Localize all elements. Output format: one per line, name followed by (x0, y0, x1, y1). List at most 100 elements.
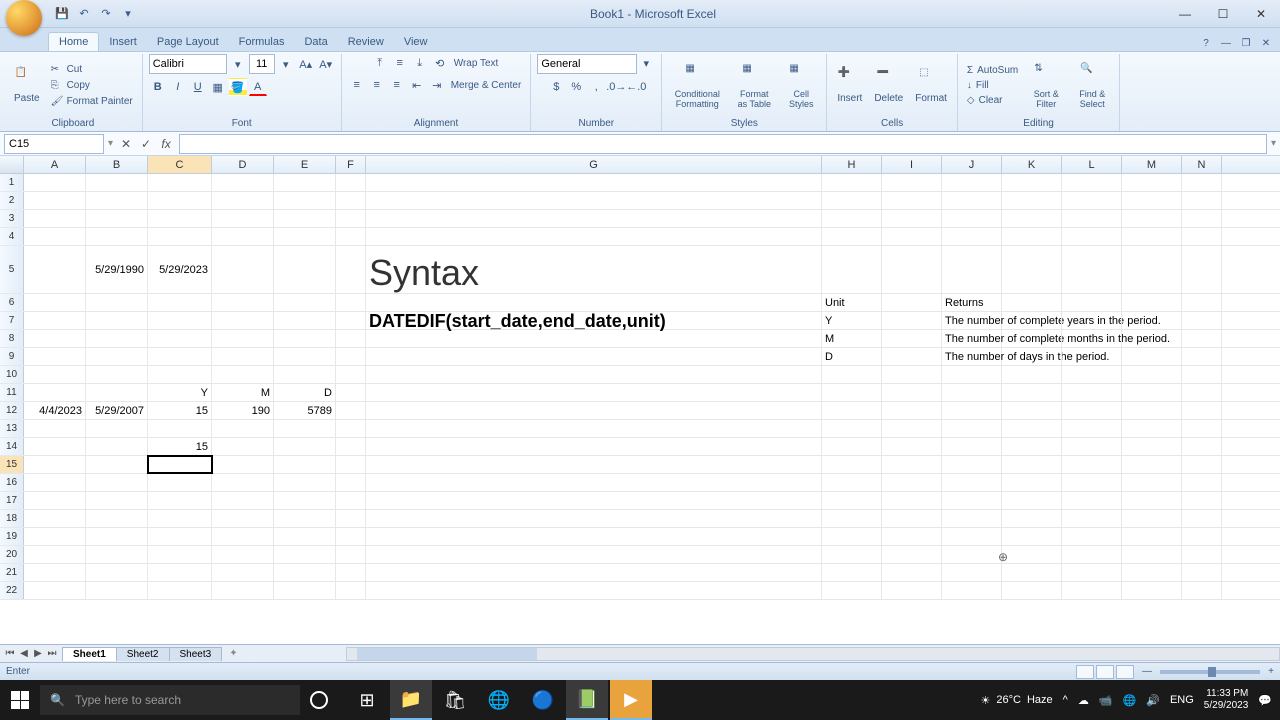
cell-L17[interactable] (1062, 492, 1122, 509)
cell-K9[interactable] (1002, 348, 1062, 365)
cell-C7[interactable] (148, 312, 212, 329)
cell-N13[interactable] (1182, 420, 1222, 437)
cell-E14[interactable] (274, 438, 336, 455)
cell-F8[interactable] (336, 330, 366, 347)
row-header[interactable]: 10 (0, 366, 24, 383)
cell-F14[interactable] (336, 438, 366, 455)
cell-A2[interactable] (24, 192, 86, 209)
cell-D19[interactable] (212, 528, 274, 545)
onedrive-icon[interactable]: ☁ (1078, 694, 1089, 707)
cell-K7[interactable] (1002, 312, 1062, 329)
cell-K11[interactable] (1002, 384, 1062, 401)
underline-button[interactable]: U (189, 78, 207, 96)
cell-I17[interactable] (882, 492, 942, 509)
cell-D15[interactable] (212, 456, 274, 473)
number-format-select[interactable] (537, 54, 637, 74)
cell-J18[interactable] (942, 510, 1002, 527)
sort-filter-button[interactable]: ⇅Sort & Filter (1025, 61, 1067, 111)
cell-N8[interactable] (1182, 330, 1222, 347)
cell-C13[interactable] (148, 420, 212, 437)
name-box[interactable] (4, 134, 104, 154)
cell-B18[interactable] (86, 510, 148, 527)
edge-icon[interactable]: 🌐 (478, 680, 520, 720)
cell-G3[interactable] (366, 210, 822, 227)
expand-formula-icon[interactable]: ▾ (1271, 138, 1280, 149)
cell-B15[interactable] (86, 456, 148, 473)
cell-A18[interactable] (24, 510, 86, 527)
cell-H5[interactable] (822, 246, 882, 293)
cell-C6[interactable] (148, 294, 212, 311)
bold-button[interactable]: B (149, 78, 167, 96)
cell-M17[interactable] (1122, 492, 1182, 509)
cell-G11[interactable] (366, 384, 822, 401)
cell-G9[interactable] (366, 348, 822, 365)
cell-D9[interactable] (212, 348, 274, 365)
cell-N15[interactable] (1182, 456, 1222, 473)
row-header[interactable]: 18 (0, 510, 24, 527)
cell-C14[interactable]: 15 (148, 438, 212, 455)
cell-C4[interactable] (148, 228, 212, 245)
cell-G2[interactable] (366, 192, 822, 209)
cell-E1[interactable] (274, 174, 336, 191)
font-name-input[interactable] (149, 54, 227, 74)
cell-E16[interactable] (274, 474, 336, 491)
autosum-button[interactable]: ΣAutoSum (964, 64, 1021, 77)
cell-H12[interactable] (822, 402, 882, 419)
align-center-icon[interactable]: ≡ (368, 76, 386, 94)
app-icon[interactable]: ▶ (610, 680, 652, 720)
cell-G15[interactable] (366, 456, 822, 473)
row-header[interactable]: 19 (0, 528, 24, 545)
meet-now-icon[interactable]: 📹 (1099, 694, 1113, 707)
new-sheet-icon[interactable]: ✦ (221, 648, 245, 659)
col-header-N[interactable]: N (1182, 156, 1222, 173)
cell-J22[interactable] (942, 582, 1002, 599)
cell-N6[interactable] (1182, 294, 1222, 311)
cell-A19[interactable] (24, 528, 86, 545)
cell-G5[interactable]: Syntax (366, 246, 822, 293)
cell-B20[interactable] (86, 546, 148, 563)
cell-B5[interactable]: 5/29/1990 (86, 246, 148, 293)
cell-K2[interactable] (1002, 192, 1062, 209)
cell-N9[interactable] (1182, 348, 1222, 365)
col-header-A[interactable]: A (24, 156, 86, 173)
col-header-H[interactable]: H (822, 156, 882, 173)
row-header[interactable]: 11 (0, 384, 24, 401)
cell-G10[interactable] (366, 366, 822, 383)
orientation-icon[interactable]: ⟲ (431, 54, 449, 72)
cell-L2[interactable] (1062, 192, 1122, 209)
cell-J2[interactable] (942, 192, 1002, 209)
cell-K5[interactable] (1002, 246, 1062, 293)
cell-B12[interactable]: 5/29/2007 (86, 402, 148, 419)
cell-I3[interactable] (882, 210, 942, 227)
insert-cells-button[interactable]: ➕Insert (833, 65, 866, 106)
sheet-tab-2[interactable]: Sheet2 (116, 647, 170, 661)
cell-D7[interactable] (212, 312, 274, 329)
cell-B14[interactable] (86, 438, 148, 455)
cell-N1[interactable] (1182, 174, 1222, 191)
tab-review[interactable]: Review (338, 33, 394, 51)
language-icon[interactable]: ENG (1170, 694, 1194, 706)
cell-A6[interactable] (24, 294, 86, 311)
row-header[interactable]: 20 (0, 546, 24, 563)
cell-D10[interactable] (212, 366, 274, 383)
cell-L10[interactable] (1062, 366, 1122, 383)
cell-G19[interactable] (366, 528, 822, 545)
cell-G22[interactable] (366, 582, 822, 599)
page-break-view-button[interactable] (1116, 665, 1134, 679)
spreadsheet-grid[interactable]: A B C D E F G H I J K L M N 123455/29/19… (0, 156, 1280, 644)
cell-E9[interactable] (274, 348, 336, 365)
tab-view[interactable]: View (394, 33, 438, 51)
cell-J7[interactable]: The number of complete years in the peri… (942, 312, 1002, 329)
cell-J15[interactable] (942, 456, 1002, 473)
tray-chevron-icon[interactable]: ^ (1063, 694, 1068, 706)
cell-A9[interactable] (24, 348, 86, 365)
chrome-icon[interactable]: 🔵 (522, 680, 564, 720)
first-sheet-icon[interactable]: ⏮ (4, 648, 16, 659)
excel-icon[interactable]: 📗 (566, 680, 608, 720)
start-button[interactable] (0, 680, 40, 720)
normal-view-button[interactable] (1076, 665, 1094, 679)
cell-B10[interactable] (86, 366, 148, 383)
cell-A22[interactable] (24, 582, 86, 599)
cell-H3[interactable] (822, 210, 882, 227)
cell-C22[interactable] (148, 582, 212, 599)
